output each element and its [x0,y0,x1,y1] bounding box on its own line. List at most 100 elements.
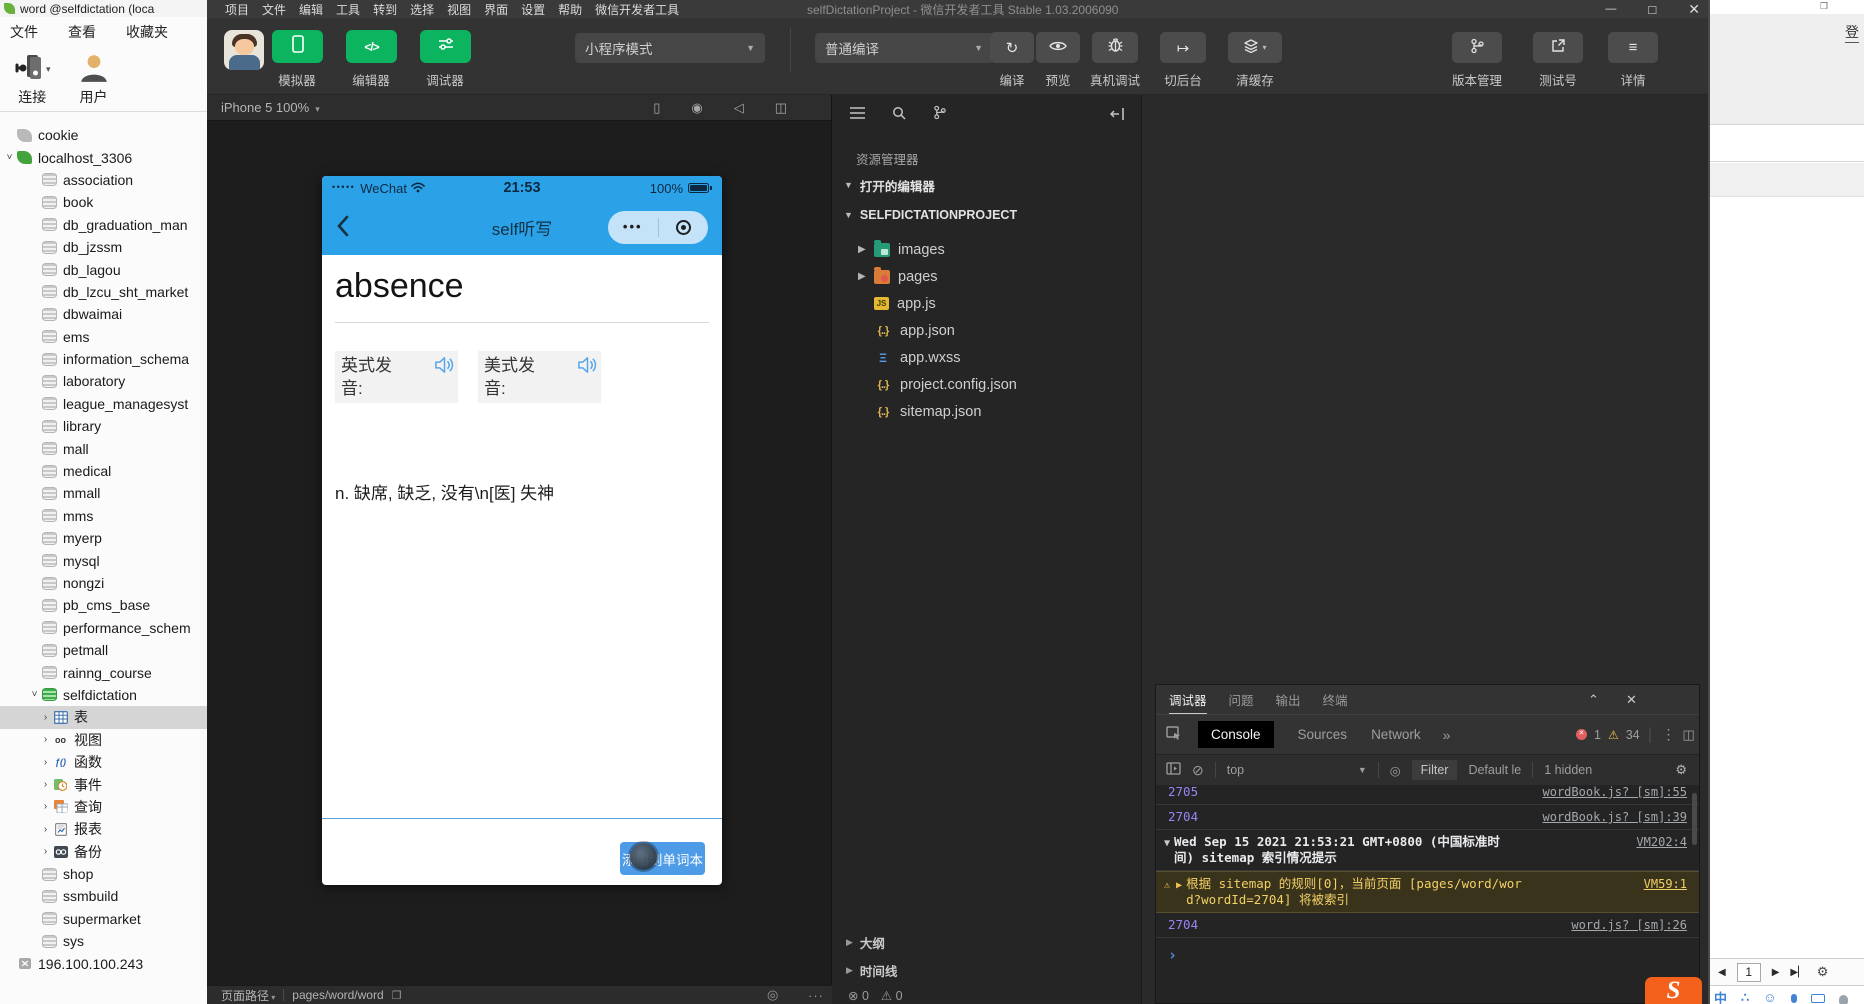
more-tabs-icon[interactable]: » [1443,727,1451,743]
tree-item-localhost_3306[interactable]: ˅localhost_3306 [0,146,207,168]
float-window-icon[interactable]: ◫ [775,100,787,116]
tree-item-information_schema[interactable]: information_schema [0,348,207,370]
record-icon[interactable]: ◉ [691,100,702,116]
debugger-button[interactable] [420,30,471,63]
tree-item-mmall[interactable]: mmall [0,482,207,504]
tab-sources[interactable]: Sources [1298,727,1348,742]
source-link[interactable]: VM59:1 [1636,876,1687,892]
ime-emoji-icon[interactable]: ☺ [1763,990,1776,1004]
open-editors-section[interactable]: ▼打开的编辑器 [832,172,1141,198]
speaker-icon[interactable] [577,356,598,374]
scrollbar-thumb[interactable] [1692,793,1697,845]
tree-item-sys[interactable]: sys [0,930,207,952]
tab-problems[interactable]: 问题 [1229,690,1254,709]
file-sitemap.json[interactable]: {..}sitemap.json [832,398,1141,425]
tree-item-备份[interactable]: ›备份 [0,841,207,863]
mode-dropdown[interactable]: 小程序模式▼ [575,33,765,63]
version-control-button[interactable] [1452,32,1502,63]
tab-network[interactable]: Network [1371,727,1421,742]
collapse-icon[interactable]: ⌃ [1588,685,1599,714]
file-images[interactable]: ▶images [832,236,1141,263]
tab-debugger[interactable]: 调试器 [1169,684,1207,715]
gear-icon[interactable]: ⚙ [1675,762,1687,778]
editor-button[interactable]: </> [346,30,397,63]
devtools-menu-选择[interactable]: 选择 [410,1,434,18]
preview-button[interactable] [1036,32,1080,63]
tree-item-rainng_course[interactable]: rainng_course [0,661,207,683]
background-switch-button[interactable]: ↦ [1160,32,1206,63]
tree-item-196.100.100.243[interactable]: 196.100.100.243 [0,952,207,974]
tree-item-association[interactable]: association [0,169,207,191]
test-account-button[interactable] [1533,32,1583,63]
page-number[interactable]: 1 [1737,963,1761,982]
devtools-menu-界面[interactable]: 界面 [484,1,508,18]
devtools-menu-工具[interactable]: 工具 [336,1,360,18]
tree-item-supermarket[interactable]: supermarket [0,908,207,930]
connection-caret-icon[interactable]: ▾ [46,64,51,75]
tree-item-ems[interactable]: ems [0,326,207,348]
project-section[interactable]: ▼SELFDICTATIONPROJECT [832,202,1141,228]
devtools-menu-项目[interactable]: 项目 [225,1,249,18]
file-app.json[interactable]: {..}app.json [832,317,1141,344]
tree-item-查询[interactable]: ›查询 [0,796,207,818]
devtools-menu-视图[interactable]: 视图 [447,1,471,18]
file-pages[interactable]: ▶pages [832,263,1141,290]
login-link[interactable]: 登 [1845,22,1859,43]
tree-item-laboratory[interactable]: laboratory [0,370,207,392]
remote-debug-button[interactable] [1092,32,1138,63]
timeline-section[interactable]: ▶时间线 [846,961,897,980]
sogou-ime-logo[interactable]: S [1645,977,1702,1004]
ime-mic-icon[interactable] [1791,994,1797,1003]
capsule-close-icon[interactable] [659,220,709,235]
tree-item-shop[interactable]: shop [0,863,207,885]
source-link[interactable]: VM202:4 [1628,834,1687,850]
tree-item-dbwaimai[interactable]: dbwaimai [0,303,207,325]
file-project.config.json[interactable]: {..}project.config.json [832,371,1141,398]
tree-item-nongzi[interactable]: nongzi [0,572,207,594]
tree-item-library[interactable]: library [0,415,207,437]
outline-section[interactable]: ▶大纲 [846,933,885,952]
next-page-icon[interactable]: ▶ [1772,967,1780,978]
tree-item-mms[interactable]: mms [0,505,207,527]
tree-item-函数[interactable]: ›ƒ()函数 [0,751,207,773]
tree-item-mall[interactable]: mall [0,437,207,459]
source-link[interactable]: wordBook.js? [sm]:55 [1535,785,1688,800]
rotate-device-icon[interactable]: ▯ [653,100,660,116]
tree-item-db_graduation_man[interactable]: db_graduation_man [0,214,207,236]
file-app.js[interactable]: JSapp.js [832,290,1141,317]
file-app.wxss[interactable]: Ξapp.wxss [832,344,1141,371]
watch-icon[interactable]: ◎ [767,987,778,1003]
navicat-menu-查看[interactable]: 查看 [68,22,96,42]
tree-item-视图[interactable]: ›oo视图 [0,729,207,751]
simulator-button[interactable] [272,30,323,63]
console-log-row[interactable]: ⚠ ▶根据 sitemap 的规则[0]，当前页面 [pages/word/wo… [1156,871,1699,913]
ime-keyboard-icon[interactable] [1811,994,1825,1003]
levels-dropdown[interactable]: Default le [1468,763,1521,777]
source-link[interactable]: wordBook.js? [sm]:39 [1535,809,1688,825]
device-selector[interactable]: iPhone 5 100%▾ [221,100,320,115]
compile-button[interactable]: ↻ [990,32,1034,63]
more-dots-icon[interactable]: ••• [608,219,658,237]
copy-icon[interactable]: ❐ [392,989,402,1002]
tree-item-myerp[interactable]: myerp [0,527,207,549]
devtools-menu-转到[interactable]: 转到 [373,1,397,18]
tree-item-ssmbuild[interactable]: ssmbuild [0,885,207,907]
eye-icon[interactable]: ◎ [1390,763,1401,778]
kebab-menu-icon[interactable]: ⋮ [1661,726,1675,743]
sidebar-toggle-icon[interactable] [1166,762,1181,778]
devtools-menu-微信开发者工具[interactable]: 微信开发者工具 [595,1,679,18]
connection-button[interactable]: ▾ 连接 [14,51,51,107]
tree-item-selfdictation[interactable]: ˅selfdictation [0,684,207,706]
prev-page-icon[interactable]: ◀ [1718,967,1726,978]
back-icon[interactable] [336,215,349,242]
avatar[interactable] [224,30,264,70]
ime-punct-icon[interactable]: ∴ [1741,990,1749,1004]
devtools-menu-帮助[interactable]: 帮助 [558,1,582,18]
console-prompt[interactable]: › [1156,938,1699,964]
tab-output[interactable]: 输出 [1276,690,1301,709]
close-icon[interactable]: ✕ [1626,685,1637,714]
tab-console[interactable]: Console [1198,721,1274,748]
tree-item-db_lzcu_sht_market[interactable]: db_lzcu_sht_market [0,281,207,303]
maximize-icon[interactable]: □ [1648,2,1656,17]
tree-item-cookie[interactable]: cookie [0,124,207,146]
